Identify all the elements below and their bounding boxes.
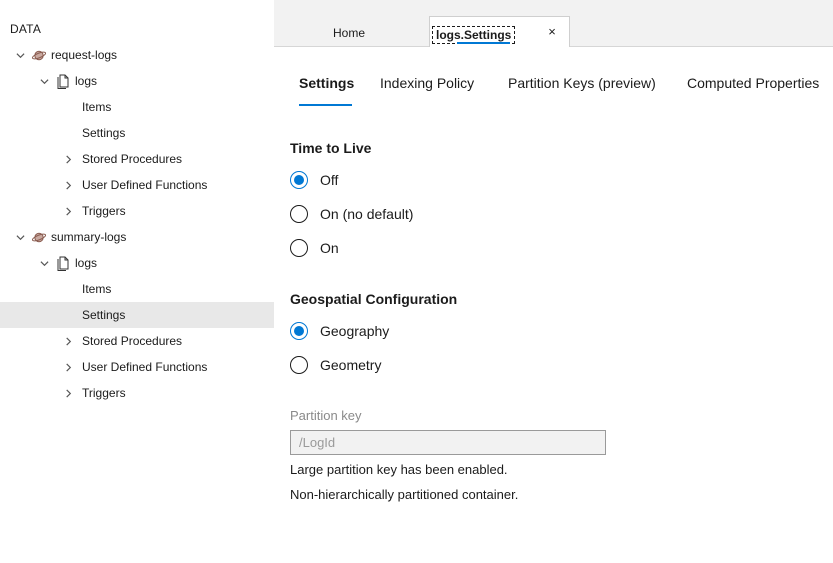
settings-panel: Settings Indexing Policy Partition Keys … <box>274 47 833 563</box>
tree-group-stored-procedures[interactable]: Stored Procedures <box>0 146 274 172</box>
geo-option-geometry[interactable]: Geometry <box>290 355 381 375</box>
geo-title: Geospatial Configuration <box>290 291 458 307</box>
tree-label: request-logs <box>51 48 118 62</box>
tree-label: Triggers <box>82 386 126 400</box>
partition-key-field[interactable] <box>290 430 606 455</box>
tree-group-triggers[interactable]: Triggers <box>0 198 274 224</box>
tree-label: Stored Procedures <box>82 152 183 166</box>
subtab-settings[interactable]: Settings <box>299 75 354 91</box>
tree-label: summary-logs <box>51 230 127 244</box>
tree-label: Items <box>82 100 112 114</box>
radio-label: Off <box>320 172 339 188</box>
chevron-down-icon[interactable] <box>15 232 25 242</box>
chevron-down-icon[interactable] <box>39 76 49 86</box>
tree-label: Items <box>82 282 112 296</box>
active-subtab-indicator <box>299 104 352 106</box>
geo-option-geography[interactable]: Geography <box>290 321 389 341</box>
tree-group-user-defined-functions[interactable]: User Defined Functions <box>0 354 274 380</box>
tree-label: Stored Procedures <box>82 334 183 348</box>
sidebar: ⌒ DATA request-logs logs Items Settings … <box>0 0 274 563</box>
tab-bar: Home logs.Settings × <box>274 0 833 47</box>
chevron-right-icon[interactable] <box>63 154 73 164</box>
tree-container-logs[interactable]: logs <box>0 68 274 94</box>
large-partition-key-note: Large partition key has been enabled. <box>290 462 508 477</box>
database-planet-icon <box>31 229 47 245</box>
chevron-right-icon[interactable] <box>63 388 73 398</box>
radio-label: On (no default) <box>320 206 414 222</box>
truncated-toolbar-fragment: ⌒ <box>18 0 40 2</box>
tree-label: logs <box>75 256 98 270</box>
tree-group-stored-procedures[interactable]: Stored Procedures <box>0 328 274 354</box>
tree-item-items[interactable]: Items <box>0 276 274 302</box>
ttl-option-on[interactable]: On <box>290 238 339 258</box>
tree-label: Triggers <box>82 204 126 218</box>
document-icon <box>55 73 71 89</box>
ttl-option-off[interactable]: Off <box>290 170 338 190</box>
chevron-right-icon[interactable] <box>63 180 73 190</box>
ttl-option-on-no-default[interactable]: On (no default) <box>290 204 413 224</box>
chevron-right-icon[interactable] <box>63 362 73 372</box>
tree-label: Settings <box>82 126 126 140</box>
subtab-computed-properties[interactable]: Computed Properties <box>687 75 819 91</box>
radio-checked-icon[interactable] <box>290 322 308 340</box>
tree-item-settings[interactable]: Settings <box>0 120 274 146</box>
tab-logs-settings[interactable]: logs.Settings × <box>429 16 570 47</box>
tree-database-request-logs[interactable]: request-logs <box>0 42 274 68</box>
partition-key-label: Partition key <box>290 408 362 423</box>
tree-item-settings-selected[interactable]: Settings <box>0 302 274 328</box>
radio-label: Geometry <box>320 357 382 373</box>
radio-label: On <box>320 240 339 256</box>
chevron-right-icon[interactable] <box>63 336 73 346</box>
tree-label: Settings <box>82 308 126 322</box>
radio-unchecked-icon[interactable] <box>290 356 308 374</box>
tree-label: User Defined Functions <box>82 360 208 374</box>
radio-checked-icon[interactable] <box>290 171 308 189</box>
tree-item-items[interactable]: Items <box>0 94 274 120</box>
radio-label: Geography <box>320 323 390 339</box>
database-planet-icon <box>31 47 47 63</box>
tree-container-logs[interactable]: logs <box>0 250 274 276</box>
partition-type-note: Non-hierarchically partitioned container… <box>290 487 519 502</box>
tab-home[interactable]: Home <box>314 20 384 46</box>
tree-label: logs <box>75 74 98 88</box>
document-icon <box>55 255 71 271</box>
close-icon[interactable]: × <box>545 25 559 39</box>
subtab-indexing-policy[interactable]: Indexing Policy <box>380 75 474 91</box>
radio-unchecked-icon[interactable] <box>290 239 308 257</box>
chevron-down-icon[interactable] <box>39 258 49 268</box>
subtab-partition-keys[interactable]: Partition Keys (preview) <box>508 75 656 91</box>
tab-label: logs.Settings <box>432 26 516 44</box>
radio-unchecked-icon[interactable] <box>290 205 308 223</box>
chevron-right-icon[interactable] <box>63 206 73 216</box>
tree-database-summary-logs[interactable]: summary-logs <box>0 224 274 250</box>
tree-group-user-defined-functions[interactable]: User Defined Functions <box>0 172 274 198</box>
data-section-header: DATA <box>10 22 42 36</box>
chevron-down-icon[interactable] <box>15 50 25 60</box>
tree-label: User Defined Functions <box>82 178 208 192</box>
tree-group-triggers[interactable]: Triggers <box>0 380 274 406</box>
ttl-title: Time to Live <box>290 140 372 156</box>
